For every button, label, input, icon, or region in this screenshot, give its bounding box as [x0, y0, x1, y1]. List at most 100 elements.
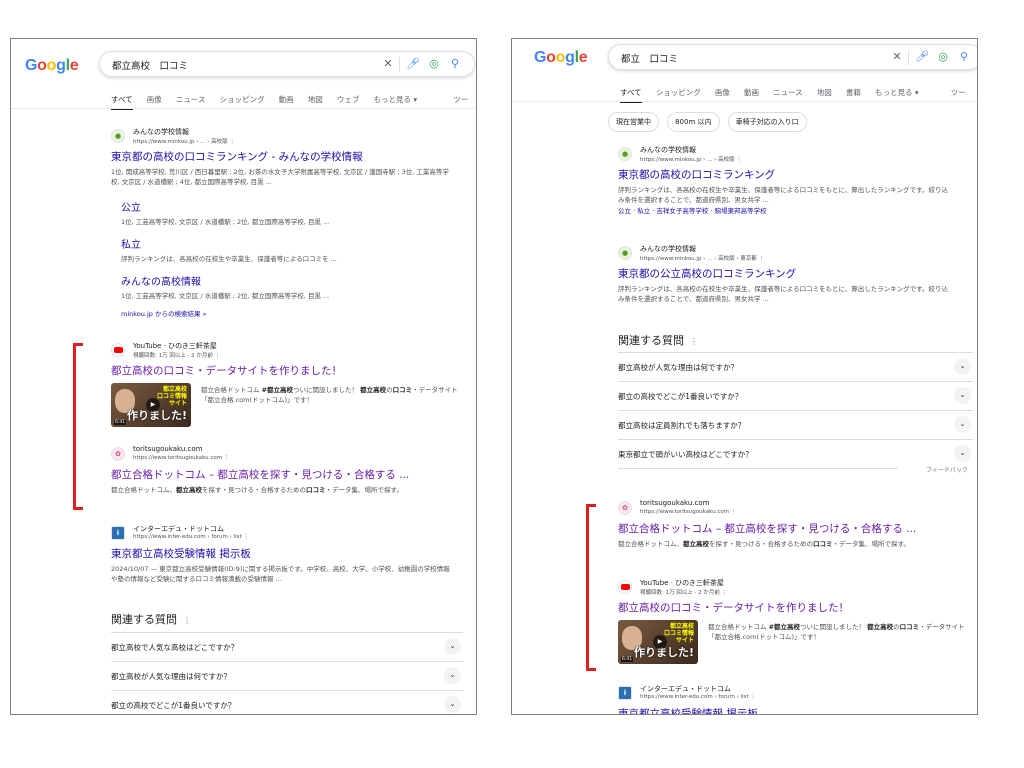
tab-shopping[interactable]: ショッピング: [220, 94, 265, 108]
search-icon[interactable]: ⚲: [956, 49, 972, 65]
youtube-icon: [111, 343, 125, 357]
play-icon[interactable]: ▶: [653, 635, 667, 649]
more-options-icon[interactable]: ⋮: [183, 616, 191, 625]
site-name: インターエデュ・ドットコム: [640, 685, 731, 693]
chip-open-now[interactable]: 現在営業中: [608, 112, 659, 132]
paa-title: 関連する質問 ⋮: [111, 613, 191, 626]
result-title[interactable]: 東京都立高校受験情報 掲示板: [618, 706, 958, 714]
chip-wheelchair[interactable]: 車椅子対応の入り口: [727, 112, 807, 132]
tab-maps[interactable]: 地図: [308, 94, 323, 108]
chevron-down-icon[interactable]: ⌄: [954, 358, 971, 375]
interedu-favicon-icon: i: [618, 686, 632, 700]
tab-web[interactable]: ウェブ: [337, 94, 360, 108]
sitelink-title[interactable]: 公立: [121, 199, 451, 214]
chevron-down-icon[interactable]: ⌄: [444, 696, 461, 713]
tab-news[interactable]: ニュース: [176, 94, 206, 108]
paa-item[interactable]: 都立高校は定員割れでも落ちますか？ ⌄: [618, 410, 973, 439]
site-url[interactable]: https://www.toritsugoukaku.com ⋮: [640, 509, 736, 515]
tab-maps[interactable]: 地図: [817, 87, 832, 101]
result-title[interactable]: 都立合格ドットコム – 都立高校を探す・見つける・合格する ...: [111, 467, 451, 482]
chip-within-800m[interactable]: 800m 以内: [667, 112, 720, 132]
tab-news[interactable]: ニュース: [773, 87, 803, 101]
site-name: toritsugoukaku.com: [133, 445, 203, 453]
result-title[interactable]: 都立合格ドットコム – 都立高校を探す・見つける・合格する ...: [618, 521, 958, 536]
site-name: toritsugoukaku.com: [640, 499, 710, 507]
highlight-bracket: [73, 343, 83, 510]
paa-item[interactable]: 東京都立で頭がいい高校はどこですか？ ⌄: [618, 439, 973, 468]
filter-chips: 現在営業中 800m 以内 車椅子対応の入り口: [608, 109, 810, 132]
paa-item[interactable]: 都立高校が人気な理由は何ですか？ ⌄: [618, 352, 973, 381]
close-icon[interactable]: ✕: [889, 49, 905, 65]
tab-tools[interactable]: ツー: [453, 94, 468, 108]
result-source: ✿ toritsugoukaku.com https://www.toritsu…: [618, 499, 958, 519]
video-meta: 視聴回数: 1万 回以上 · 2 か月前 ⋮: [640, 590, 728, 596]
tab-tools[interactable]: ツー: [951, 87, 966, 101]
chevron-down-icon[interactable]: ⌄: [444, 667, 461, 684]
divider: [399, 57, 400, 72]
video-thumbnail[interactable]: 都立高校 口コミ情報 サイト 作りました! ▶ 6:41: [111, 383, 191, 427]
site-url[interactable]: https://www.inter-edu.com › forum › list…: [640, 694, 756, 700]
mic-icon[interactable]: 🎤︎: [405, 56, 421, 72]
chevron-down-icon[interactable]: ⌄: [444, 638, 461, 655]
sitelink-title[interactable]: 私立: [121, 236, 451, 251]
tab-videos[interactable]: 動画: [279, 94, 294, 108]
chevron-down-icon[interactable]: ⌄: [954, 416, 971, 433]
site-url[interactable]: https://www.toritsugoukaku.com ⋮: [133, 455, 229, 461]
search-icon[interactable]: ⚲: [447, 56, 463, 72]
tab-books[interactable]: 書籍: [846, 87, 861, 101]
paa-item[interactable]: 都立の高校でどこが1番良いですか？ ⌄: [111, 690, 463, 714]
tab-shopping[interactable]: ショッピング: [656, 87, 701, 101]
site-url[interactable]: https://www.minkou.jp › ... › 高校版 ⋮: [133, 137, 235, 145]
lens-icon[interactable]: ◎: [426, 56, 442, 72]
video-snippet: 都立合格ドットコム #都立高校ついに開設しました！ 都立高校の口コミ・データサイ…: [708, 623, 965, 641]
google-logo[interactable]: Google: [534, 49, 588, 67]
tab-images[interactable]: 画像: [715, 87, 730, 101]
result-snippet: 1位, 開成高等学校, 荒川区 / 西日暮里駅 ; 2位, お茶の水女子大学附属…: [111, 168, 449, 186]
chevron-down-icon[interactable]: ⌄: [954, 445, 971, 462]
search-box[interactable]: 都立 口コミ ✕ 🎤︎ ◎ ⚲: [608, 44, 977, 70]
play-icon[interactable]: ▶: [146, 398, 160, 412]
site-name: YouTube · ひのき三軒茶屋: [640, 579, 724, 587]
site-url[interactable]: https://www.minkou.jp › ... › 高校版 › 東京都 …: [640, 254, 764, 262]
mic-icon[interactable]: 🎤︎: [914, 49, 930, 65]
search-box[interactable]: 都立高校 口コミ ✕ 🎤︎ ◎ ⚲: [99, 51, 475, 77]
search-query[interactable]: 都立 口コミ: [621, 51, 678, 65]
divider: [908, 50, 909, 65]
result-snippet: 2024/10/07 — 東京都立高校受験情報(ID:9)に関する掲示板です。中…: [111, 565, 450, 583]
result-title[interactable]: 都立高校の口コミ・データサイトを作りました！: [111, 363, 463, 378]
duration-badge: 6:41: [114, 420, 127, 425]
lens-icon[interactable]: ◎: [935, 49, 951, 65]
close-icon[interactable]: ✕: [380, 56, 396, 72]
header-divider: [11, 108, 476, 109]
result-title[interactable]: 東京都立高校受験情報 掲示板: [111, 546, 451, 561]
tab-more[interactable]: もっと見る ▾: [373, 94, 417, 108]
result-title[interactable]: 東京都の高校の口コミランキング: [618, 167, 948, 182]
site-url[interactable]: https://www.inter-edu.com › forum › list…: [133, 534, 249, 540]
more-options-icon[interactable]: ⋮: [690, 337, 698, 346]
search-query[interactable]: 都立高校 口コミ: [112, 58, 188, 72]
sitelink-snippet: 評判ランキングは、各高校の在校生や卒業生、保護者等による口コミを ...: [121, 255, 337, 263]
result-title[interactable]: 東京都の公立高校の口コミランキング: [618, 266, 948, 281]
result-minkou: ● みんなの学校情報 https://www.minkou.jp › ... ›…: [618, 145, 948, 216]
paa-item[interactable]: 都立高校で人気な高校はどこですか？ ⌄: [111, 632, 463, 661]
more-from-site-link[interactable]: minkou.jp からの検索結果 »: [121, 308, 207, 318]
google-logo[interactable]: Google: [25, 57, 79, 75]
sitelink-title[interactable]: みんなの高校情報: [121, 273, 451, 288]
result-title[interactable]: 東京都の高校の口コミランキング - みんなの学校情報: [111, 149, 451, 164]
result-title[interactable]: 都立高校の口コミ・データサイトを作りました！: [618, 600, 970, 615]
paa-title: 関連する質問 ⋮: [618, 334, 698, 347]
paa-item[interactable]: 都立の高校でどこが1番良いですか？ ⌄: [618, 381, 973, 410]
paa-item[interactable]: 都立高校が人気な理由は何ですか？ ⌄: [111, 661, 463, 690]
duration-badge: 6:41: [621, 657, 634, 662]
site-url[interactable]: https://www.minkou.jp › ... › 高校版 ⋮: [640, 155, 742, 163]
result-sitelinks[interactable]: 公立 · 私立 · 吉祥女子高等学校 · 駒場東邦高等学校: [618, 206, 948, 216]
thumb-caption: 都立高校 口コミ情報 サイト: [156, 386, 187, 407]
tab-more[interactable]: もっと見る ▾: [875, 87, 919, 101]
site-name: みんなの学校情報: [640, 245, 696, 253]
result-source: YouTube · ひのき三軒茶屋 視聴回数: 1万 回以上 · 2 か月前 ⋮: [618, 578, 970, 598]
feedback-link[interactable]: フィードバック: [926, 465, 968, 474]
video-thumbnail[interactable]: 都立高校 口コミ情報 サイト 作りました! ▶ 6:41: [618, 620, 698, 664]
tab-videos[interactable]: 動画: [744, 87, 759, 101]
tab-images[interactable]: 画像: [147, 94, 162, 108]
chevron-down-icon[interactable]: ⌄: [954, 387, 971, 404]
